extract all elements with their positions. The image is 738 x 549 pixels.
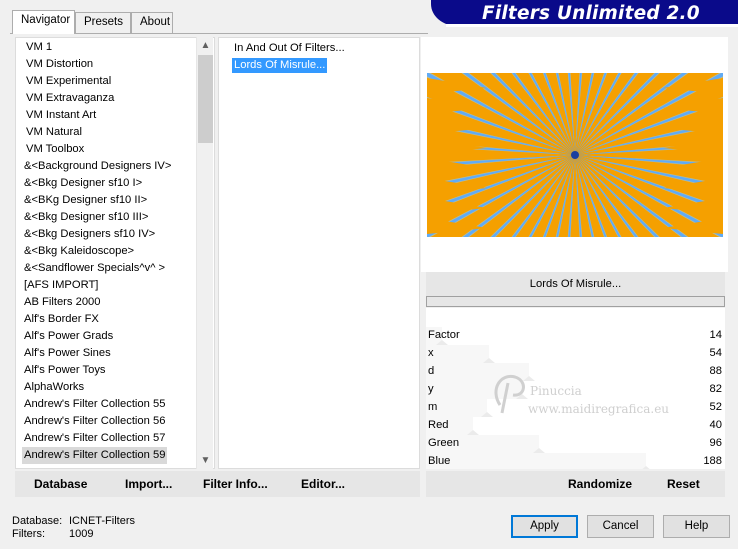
param-slider-y[interactable]: y 82 [426, 381, 725, 399]
category-list[interactable]: VM 1 VM Distortion VM Experimental VM Extra… [15, 37, 215, 469]
app-title: Filters Unlimited 2.0 [482, 3, 700, 24]
param-label: m [428, 401, 438, 413]
database-label: Database: [12, 515, 63, 527]
category-item[interactable]: VM Experimental [26, 73, 111, 90]
param-value: 52 [709, 401, 722, 413]
param-label: Factor [428, 329, 460, 341]
param-label: Green [428, 437, 460, 449]
slider-track [426, 345, 489, 363]
tab-about[interactable]: About [131, 12, 173, 33]
editor-button[interactable]: Editor... [301, 477, 345, 491]
tab-presets[interactable]: Presets [75, 12, 131, 33]
category-item[interactable]: &<BKg Designer sf10 II> [24, 192, 147, 209]
category-item[interactable]: Alf's Power Sines [24, 345, 111, 362]
category-item[interactable]: VM Distortion [26, 56, 93, 73]
preview-image [427, 73, 723, 237]
category-item[interactable]: AB Filters 2000 [24, 294, 100, 311]
slider-notch [640, 466, 652, 469]
filter-name-label: Lords Of Misrule... [426, 272, 725, 296]
category-item[interactable]: VM 1 [26, 39, 52, 56]
category-item[interactable]: VM Extravaganza [26, 90, 114, 107]
scroll-up-icon[interactable]: ▲ [197, 37, 214, 54]
category-item[interactable]: Andrew's Filter Collection 55 [24, 396, 165, 413]
param-value: 88 [709, 365, 722, 377]
param-value: 188 [703, 455, 722, 467]
param-slider-factor[interactable]: Factor 14 [426, 327, 725, 345]
param-slider-x[interactable]: x 54 [426, 345, 725, 363]
param-value: 54 [709, 347, 722, 359]
param-tool-bar: Randomize Reset [426, 471, 725, 497]
param-label: y [428, 383, 434, 395]
category-item[interactable]: &<Bkg Designer sf10 I> [24, 175, 142, 192]
category-item[interactable]: &<Bkg Designers sf10 IV> [24, 226, 155, 243]
tab-navigator[interactable]: Navigator [12, 10, 75, 34]
param-value: 82 [709, 383, 722, 395]
banner-stripe [446, 24, 738, 27]
param-label: x [428, 347, 434, 359]
help-button[interactable]: Help [663, 515, 730, 538]
slider-track [426, 453, 646, 469]
param-value: 14 [709, 329, 722, 341]
tool-bar: Database Import... Filter Info... Editor… [15, 471, 420, 497]
param-slider-blue[interactable]: Blue 188 [426, 453, 725, 469]
category-item[interactable]: Alf's Border FX [24, 311, 99, 328]
randomize-button[interactable]: Randomize [568, 477, 632, 491]
filter-info-button[interactable]: Filter Info... [203, 477, 268, 491]
param-slider-m[interactable]: m 52 [426, 399, 725, 417]
category-item[interactable]: &<Sandflower Specials^v^ > [24, 260, 165, 277]
param-slider-green[interactable]: Green 96 [426, 435, 725, 453]
category-item[interactable]: Andrew's Filter Collection 59 [22, 447, 168, 464]
database-button[interactable]: Database [34, 477, 87, 491]
category-item[interactable]: Andrew's Filter Collection 56 [24, 413, 165, 430]
progress-bar [426, 296, 725, 307]
param-value: 40 [709, 419, 722, 431]
param-label: Red [428, 419, 449, 431]
param-slider-d[interactable]: d 88 [426, 363, 725, 381]
filter-list[interactable]: In And Out Of Filters... Lords Of Misrule… [218, 37, 420, 469]
param-value: 96 [709, 437, 722, 449]
parameter-sliders[interactable]: Factor 14 x 54 d 88 y 82 m 52 Red 40 Green 96 Blue 188 [426, 308, 725, 469]
param-label: d [428, 365, 435, 377]
filter-item[interactable]: Lords Of Misrule... [232, 58, 328, 73]
slider-track [426, 363, 529, 381]
cancel-button[interactable]: Cancel [587, 515, 654, 538]
scroll-down-icon[interactable]: ▼ [197, 452, 214, 469]
category-item[interactable]: Alf's Power Toys [24, 362, 106, 379]
category-item[interactable]: Alf's Power Grads [24, 328, 113, 345]
category-item[interactable]: VM Toolbox [26, 141, 84, 158]
database-value: ICNET-Filters [69, 515, 135, 527]
scroll-thumb[interactable] [198, 55, 213, 143]
category-item[interactable]: Andrew's Filter Collection 57 [24, 430, 165, 447]
apply-button[interactable]: Apply [511, 515, 578, 538]
filters-count-label: Filters: [12, 528, 45, 540]
param-slider-red[interactable]: Red 40 [426, 417, 725, 435]
category-item[interactable]: VM Instant Art [26, 107, 96, 124]
category-item[interactable]: [AFS IMPORT] [24, 277, 98, 294]
category-item[interactable]: &<Background Designers IV> [24, 158, 171, 175]
category-item[interactable]: AlphaWorks [24, 379, 84, 396]
filters-count-value: 1009 [69, 528, 94, 540]
category-item[interactable]: &<Bkg Kaleidoscope> [24, 243, 134, 260]
slider-track [426, 381, 522, 399]
category-item[interactable]: VM Natural [26, 124, 82, 141]
import-button[interactable]: Import... [125, 477, 172, 491]
reset-button[interactable]: Reset [667, 477, 700, 491]
category-scrollbar[interactable]: ▲ ▼ [196, 37, 213, 469]
category-item[interactable]: &<Bkg Designer sf10 III> [24, 209, 148, 226]
param-label: Blue [428, 455, 451, 467]
filter-item[interactable]: In And Out Of Filters... [232, 41, 347, 56]
